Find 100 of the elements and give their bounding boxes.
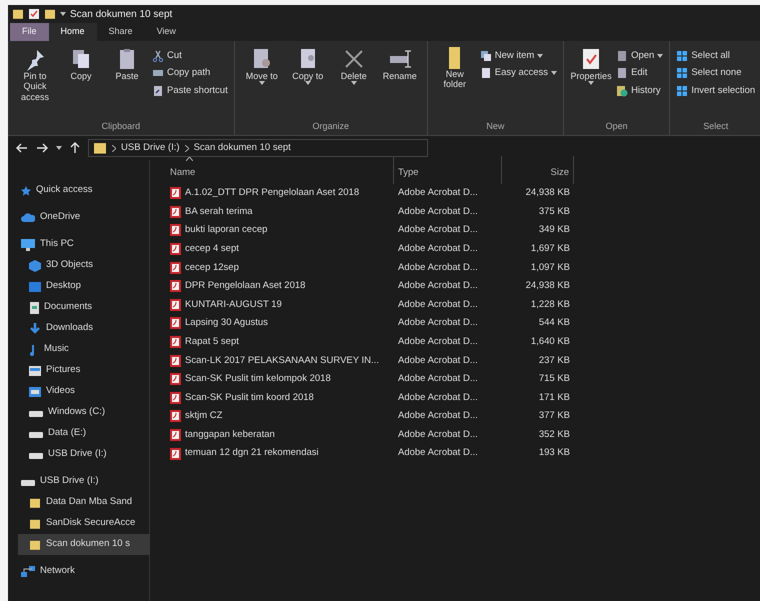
column-header[interactable]: Size (502, 156, 574, 184)
file-name[interactable]: cecep 4 sept (166, 242, 394, 256)
group-label: Organize (311, 120, 350, 133)
file-size: 1,097 KB (530, 260, 571, 275)
nav-item[interactable]: 3D Objects (18, 255, 150, 276)
pdf-icon (170, 354, 181, 367)
forward-icon[interactable] (36, 143, 48, 153)
file-name[interactable]: tanggapan keberatan (166, 428, 394, 442)
file-name[interactable]: bukti laporan cecep (166, 223, 394, 238)
file-type: Adobe Acrobat D... (397, 279, 479, 294)
file-type: Adobe Acrobat D... (397, 260, 479, 275)
pdf-icon (170, 224, 181, 236)
file-size: 1,228 KB (530, 298, 571, 312)
ribbon-tab[interactable]: Share (96, 23, 145, 41)
group-label: Select (702, 120, 730, 132)
ribbon-button[interactable]: Properties (570, 45, 612, 120)
nav-item[interactable]: Windows (C:) (18, 402, 150, 423)
checkmark-icon[interactable] (28, 8, 40, 20)
ribbon-tab[interactable]: File (10, 23, 49, 41)
caret-icon (258, 81, 265, 86)
pdf-icon (170, 262, 181, 274)
file-name[interactable]: Lapsing 30 Agustus (166, 316, 394, 331)
grid-icon (676, 67, 688, 80)
breadcrumb[interactable]: USB Drive (I:) (121, 140, 180, 156)
ribbon-button[interactable]: Edit (616, 66, 664, 80)
file-name[interactable]: DPR Pengelolaan Aset 2018 (166, 279, 394, 294)
file-name[interactable]: cecep 12sep (166, 260, 394, 275)
ribbon-button[interactable]: New folder (434, 45, 476, 120)
column-header[interactable]: Type (394, 156, 502, 184)
ribbon-tab[interactable]: View (144, 23, 188, 41)
chevron-icon (112, 144, 116, 152)
address-bar[interactable]: USB Drive (I:) Scan dokumen 10 sept (88, 139, 428, 157)
nav-item[interactable]: USB Drive (I:) (18, 471, 150, 492)
file-size: 377 KB (538, 409, 571, 424)
ribbon-button[interactable]: Move to (240, 45, 283, 120)
file-size: 237 KB (538, 354, 571, 368)
nav-item[interactable]: Downloads (18, 318, 150, 339)
file-name[interactable]: Scan-SK Puslit tim kelompok 2018 (166, 372, 394, 386)
file-type: Adobe Acrobat D... (397, 446, 479, 460)
column-header[interactable]: Name (166, 156, 394, 184)
pdf-icon (170, 410, 181, 422)
nav-item[interactable]: Music (18, 339, 150, 360)
file-size: 24,938 KB (524, 279, 571, 294)
ribbon-button[interactable]: History (616, 84, 664, 98)
ribbon-button[interactable]: Invert selection (676, 84, 756, 98)
ribbon-button[interactable]: Cut (152, 49, 228, 64)
nav-item[interactable]: Pictures (18, 360, 150, 381)
up-icon[interactable] (70, 142, 80, 154)
group-label: New (485, 120, 506, 132)
ribbon-button[interactable]: Open (616, 49, 664, 64)
grid-icon (676, 50, 688, 62)
file-name[interactable]: sktjm CZ (166, 409, 394, 424)
nav-item[interactable]: Quick access (18, 180, 150, 201)
nav-item[interactable]: OneDrive (18, 207, 150, 228)
file-name[interactable]: A.1.02_DTT DPR Pengelolaan Aset 2018 (166, 186, 394, 200)
new-item-icon (480, 50, 492, 62)
file-name[interactable]: BA serah terima (166, 204, 394, 220)
file-name[interactable]: Rapat 5 sept (166, 334, 394, 350)
ribbon-button[interactable]: Copy path (152, 66, 228, 80)
document-icon (29, 302, 39, 314)
monitor-icon (21, 238, 35, 250)
nav-item[interactable]: Scan dokumen 10 s (18, 534, 150, 555)
file-name[interactable]: temuan 12 dgn 21 rekomendasi (166, 446, 394, 461)
file-name[interactable]: Scan-LK 2017 PELAKSANAAN SURVEY IN... (166, 354, 394, 368)
caret-icon[interactable] (56, 146, 62, 150)
nav-item[interactable]: Data (E:) (18, 423, 150, 444)
nav-item[interactable]: Videos (18, 381, 150, 402)
ribbon-button[interactable]: Rename (378, 45, 421, 120)
breadcrumb[interactable]: Scan dokumen 10 sept (194, 140, 291, 156)
nav-item[interactable]: Data Dan Mba Sand (18, 492, 150, 513)
ribbon-button[interactable]: Easy access (480, 66, 558, 80)
drive-icon (29, 408, 43, 417)
network-icon (21, 566, 35, 578)
nav-item[interactable]: Network (18, 561, 150, 582)
ribbon-tab[interactable]: Home (48, 23, 97, 41)
file-name[interactable]: Scan-SK Puslit tim koord 2018 (166, 390, 394, 405)
ribbon-button[interactable]: Copy (60, 45, 102, 120)
nav-item[interactable]: This PC (18, 234, 150, 255)
ribbon-button[interactable]: New item (480, 49, 558, 64)
cloud-icon (21, 213, 35, 222)
ribbon-button[interactable]: Select none (676, 66, 756, 80)
file-size: 349 KB (538, 223, 571, 238)
nav-item[interactable]: SanDisk SecureAcce (18, 513, 150, 534)
pdf-icon (170, 448, 181, 460)
nav-item[interactable]: USB Drive (I:) (18, 444, 150, 465)
ribbon-button[interactable]: Delete (332, 45, 375, 120)
nav-item[interactable]: Documents (18, 297, 150, 318)
file-name[interactable]: KUNTARI-AUGUST 19 (166, 298, 394, 312)
back-icon[interactable] (16, 143, 28, 153)
pdf-icon (170, 298, 181, 311)
drive-icon (29, 429, 43, 438)
nav-item[interactable]: Desktop (18, 276, 150, 297)
ribbon-button[interactable]: Pin to Quick access (14, 45, 56, 120)
ribbon-button[interactable]: Paste shortcut (152, 84, 228, 98)
file-type: Adobe Acrobat D... (397, 409, 479, 424)
ribbon-button[interactable]: Paste (106, 45, 148, 120)
pdf-icon (170, 187, 181, 200)
ribbon-button[interactable]: Copy to (286, 45, 329, 120)
ribbon-button[interactable]: Select all (676, 49, 756, 64)
caret-icon (304, 81, 311, 86)
